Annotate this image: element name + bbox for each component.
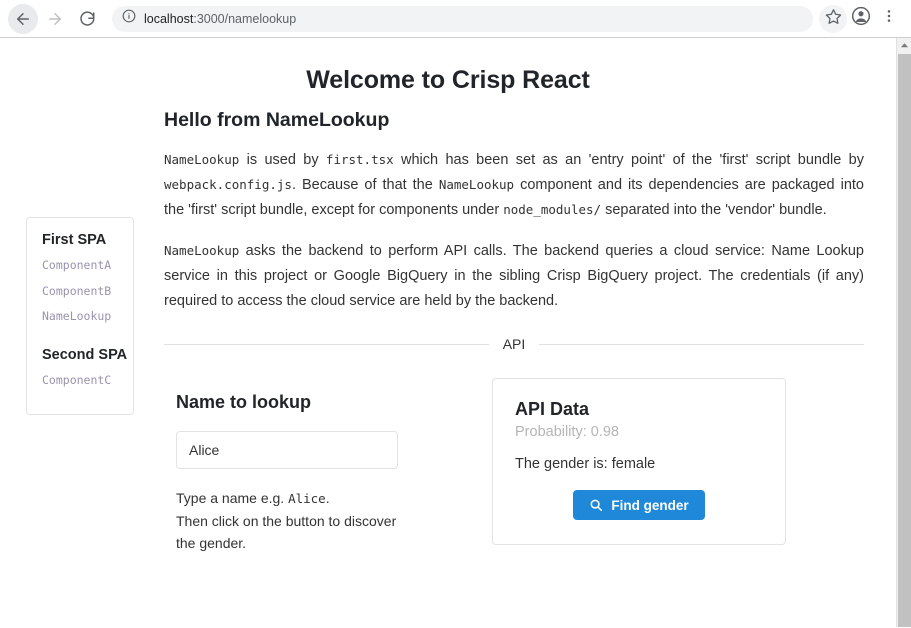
card-title: API Data [515, 399, 590, 420]
sidebar-nav: First SPA ComponentA ComponentB NameLook… [26, 217, 134, 415]
p1-text-2: which has been set as an 'entry point' o… [393, 152, 864, 168]
scroll-up-button[interactable] [897, 38, 911, 53]
three-dot-menu-icon [881, 8, 897, 29]
sidebar-item-componenta[interactable]: ComponentA [27, 257, 133, 274]
sidebar-heading-first-spa: First SPA [42, 232, 107, 248]
code-node-modules: node_modules/ [503, 202, 602, 218]
code-first-tsx: first.tsx [325, 152, 394, 167]
paragraph-one: NameLookup is used by first.tsx which ha… [164, 148, 864, 223]
code-namelookup-3: NameLookup [164, 243, 240, 259]
scrollbar-thumb[interactable] [898, 54, 911, 627]
code-namelookup-2: NameLookup [438, 177, 515, 193]
vertical-scrollbar[interactable] [896, 38, 911, 627]
page-title: Welcome to Crisp React [306, 66, 590, 94]
help-prefix: Type a name e.g. [176, 490, 289, 507]
find-gender-button[interactable]: Find gender [573, 490, 705, 521]
api-data-card: API Data Probability: 0.98 The gender is… [492, 378, 786, 546]
p1-text-5: separated into the 'vendor' bundle. [601, 202, 827, 219]
section-title: Hello from NameLookup [164, 109, 390, 131]
paragraph-two: NameLookup asks the backend to perform A… [164, 239, 864, 314]
reload-button[interactable] [72, 4, 102, 34]
help-code-example: Alice [288, 491, 326, 507]
gender-result-text: The gender is: female [515, 456, 656, 473]
api-divider: API [164, 336, 865, 353]
sidebar-item-componentc[interactable]: ComponentC [27, 372, 133, 389]
forward-button[interactable] [40, 4, 70, 34]
card-actions: Find gender [515, 490, 763, 521]
help-suffix: . [325, 490, 330, 507]
address-bar[interactable]: localhost:3000/namelookup [112, 5, 813, 32]
divider-line-left [164, 343, 489, 345]
divider-label: API [502, 336, 526, 353]
toolbar-right-actions [819, 4, 903, 33]
p1-text-1: is used by [239, 152, 326, 168]
find-gender-label: Find gender [611, 497, 689, 513]
star-icon [825, 8, 842, 30]
reload-icon [78, 10, 96, 28]
sidebar-item-componentb[interactable]: ComponentB [27, 283, 133, 300]
browser-viewport: Welcome to Crisp React First SPA Compone… [0, 38, 911, 627]
page-content: Welcome to Crisp React First SPA Compone… [0, 38, 896, 627]
url-path: :3000/namelookup [193, 11, 297, 26]
sidebar-item-namelookup[interactable]: NameLookup [27, 308, 133, 325]
page-layout: First SPA ComponentA ComponentB NameLook… [0, 95, 896, 555]
form-title: Name to lookup [176, 392, 312, 413]
url-host: localhost [144, 11, 194, 26]
chevron-up-icon [900, 38, 909, 55]
url-text: localhost:3000/namelookup [144, 12, 296, 26]
probability-text: Probability: 0.98 [515, 424, 619, 441]
profile-button[interactable] [847, 5, 875, 33]
sidebar-heading-second-spa: Second SPA [42, 347, 128, 364]
main-content: Hello from NameLookup NameLookup is used… [164, 109, 865, 555]
api-section: Name to lookup Type a name e.g. Alice. Th… [164, 378, 864, 554]
back-arrow-icon [14, 10, 32, 28]
bookmark-button[interactable] [819, 4, 847, 33]
back-button[interactable] [8, 3, 38, 34]
divider-line-right [539, 343, 865, 345]
name-input[interactable] [176, 431, 398, 470]
form-help-text: Type a name e.g. Alice. Then click on the… [176, 487, 416, 554]
search-icon [589, 498, 603, 512]
browser-toolbar: localhost:3000/namelookup [0, 0, 911, 38]
p2-text-1: asks the backend to perform API calls. T… [164, 243, 864, 310]
p1-text-3: . Because of that the [291, 177, 439, 194]
site-info-icon[interactable] [122, 9, 136, 28]
forward-arrow-icon [46, 10, 64, 28]
browser-menu-button[interactable] [875, 5, 903, 33]
profile-avatar-icon [851, 6, 871, 31]
code-namelookup-1: NameLookup [164, 152, 240, 167]
lookup-form: Name to lookup Type a name e.g. Alice. Th… [164, 378, 480, 554]
help-line-two: Then click on the button to discover the… [176, 512, 397, 552]
code-webpack-config: webpack.config.js [164, 177, 292, 193]
